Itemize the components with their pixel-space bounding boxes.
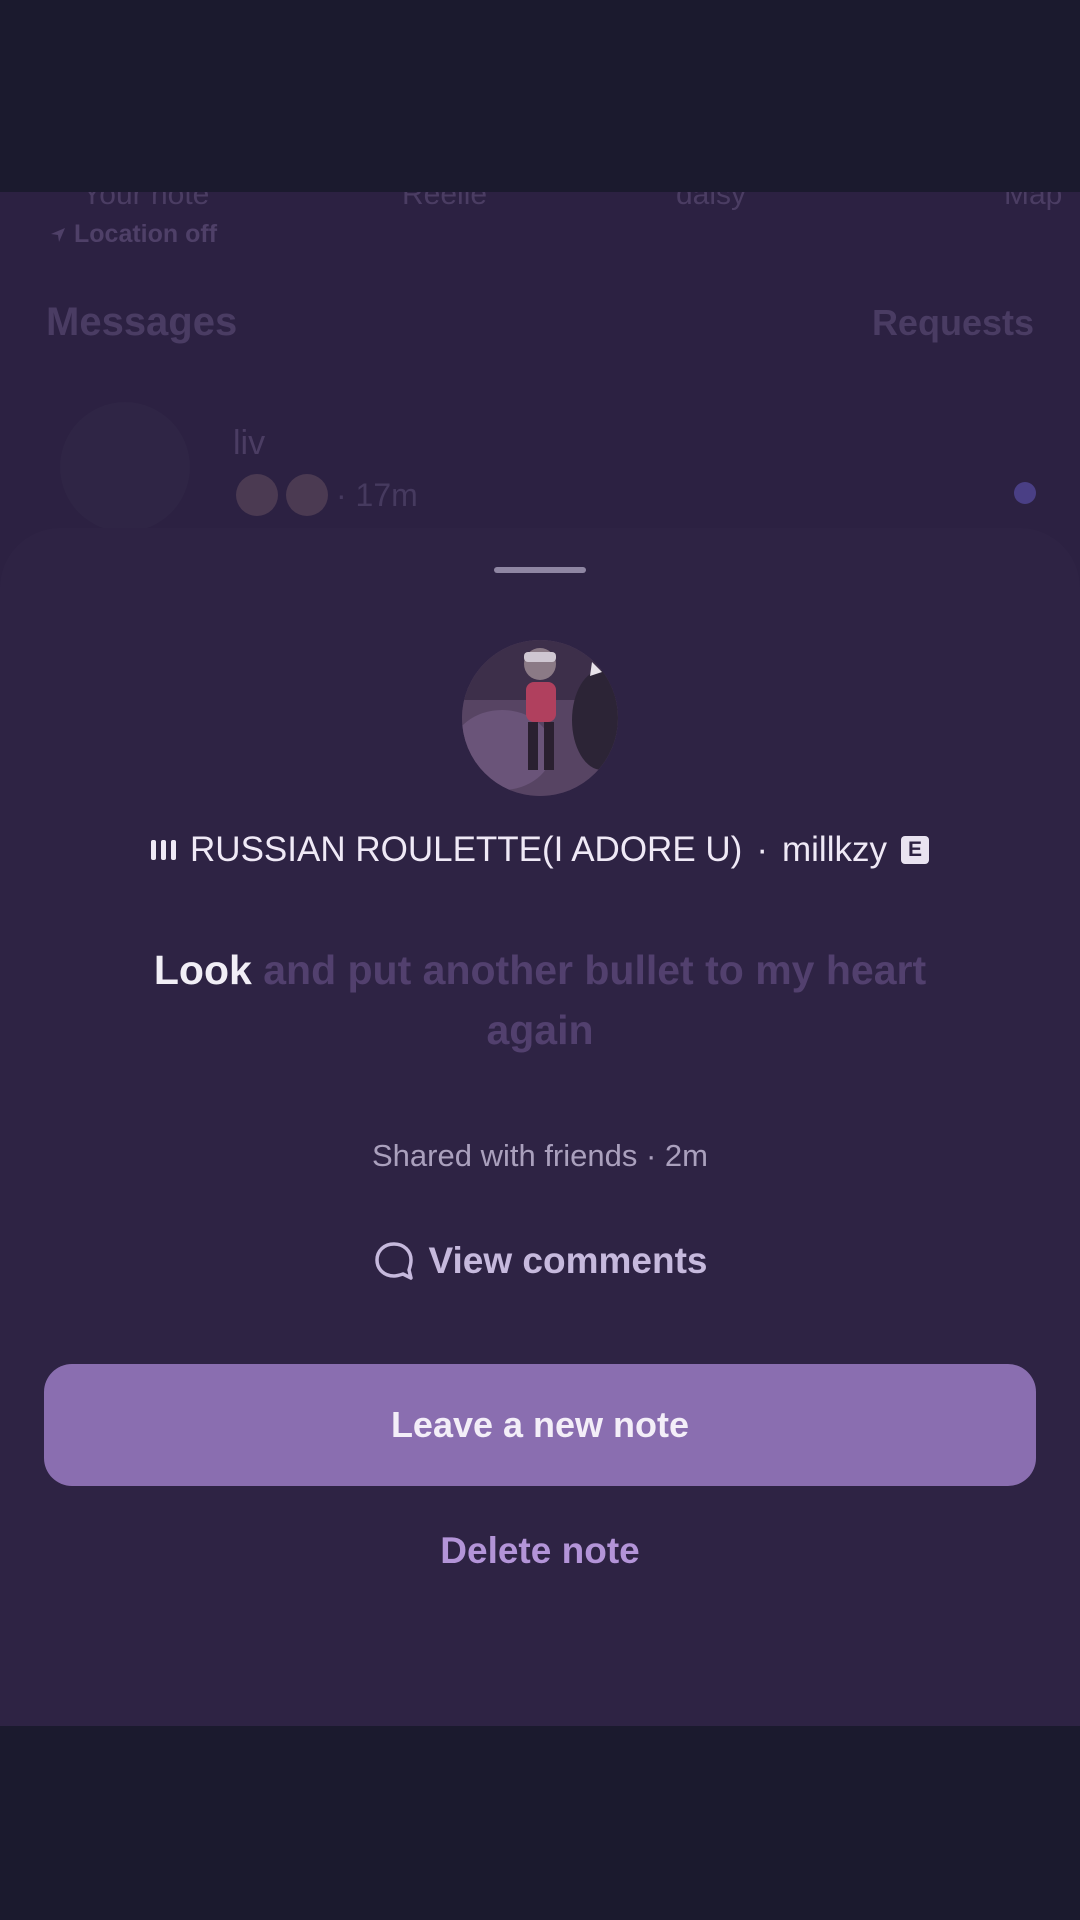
navigation-bar-area xyxy=(0,1726,1080,1920)
comment-bubble-icon xyxy=(374,1242,413,1280)
note-author-avatar xyxy=(462,640,618,796)
location-text: Location off xyxy=(74,220,218,248)
music-info[interactable]: RUSSIAN ROULETTE(I ADORE U) · millkzy E xyxy=(0,830,1080,870)
view-comments-button[interactable]: View comments xyxy=(0,1240,1080,1282)
messages-app: Your note Reelle daisy Map Location off … xyxy=(0,192,1080,1726)
lyrics-current-word: Look xyxy=(153,947,252,993)
chat-preview: · 17m xyxy=(236,474,418,516)
neutral-face-emoji-icon xyxy=(286,474,328,516)
artist-name: millkzy xyxy=(781,830,887,869)
screen: Your note Reelle daisy Map Location off … xyxy=(0,0,1080,1920)
note-label-your-note[interactable]: Your note xyxy=(82,192,209,212)
note-bottom-sheet: RUSSIAN ROULETTE(I ADORE U) · millkzy E … xyxy=(0,528,1080,1726)
unread-indicator xyxy=(1014,482,1036,504)
messages-heading: Messages xyxy=(46,300,238,344)
delete-note-button[interactable]: Delete note xyxy=(0,1530,1080,1572)
notes-row: Your note Reelle daisy Map xyxy=(0,192,1080,212)
lyrics-rest: and put another bullet to my heart again xyxy=(263,947,927,1053)
note-label-daisy[interactable]: daisy xyxy=(676,192,746,212)
avatar-photo-icon xyxy=(462,640,618,796)
music-separator: · xyxy=(756,830,768,869)
chat-time: · 17m xyxy=(336,476,418,513)
shared-status: Shared with friends · 2m xyxy=(372,1138,708,1173)
chat-row[interactable]: liv · 17m xyxy=(0,402,1080,542)
location-status[interactable]: Location off xyxy=(50,220,217,249)
location-arrow-icon xyxy=(51,227,65,242)
note-label-map[interactable]: Map xyxy=(1004,192,1062,212)
note-label-reelle[interactable]: Reelle xyxy=(402,192,487,212)
avatar xyxy=(60,402,190,532)
status-bar-area xyxy=(0,0,1080,192)
explicit-badge: E xyxy=(900,836,929,864)
leave-new-note-button[interactable]: Leave a new note xyxy=(44,1364,1036,1486)
view-comments-label: View comments xyxy=(428,1240,708,1281)
lyrics-text: Look and put another bullet to my heart … xyxy=(100,940,980,1060)
chat-name: liv xyxy=(233,424,266,462)
sheet-drag-handle[interactable] xyxy=(494,567,586,573)
audio-bars-icon xyxy=(151,840,177,860)
neutral-face-emoji-icon xyxy=(236,474,278,516)
song-title: RUSSIAN ROULETTE(I ADORE U) xyxy=(190,830,743,869)
requests-link[interactable]: Requests xyxy=(872,302,1034,344)
